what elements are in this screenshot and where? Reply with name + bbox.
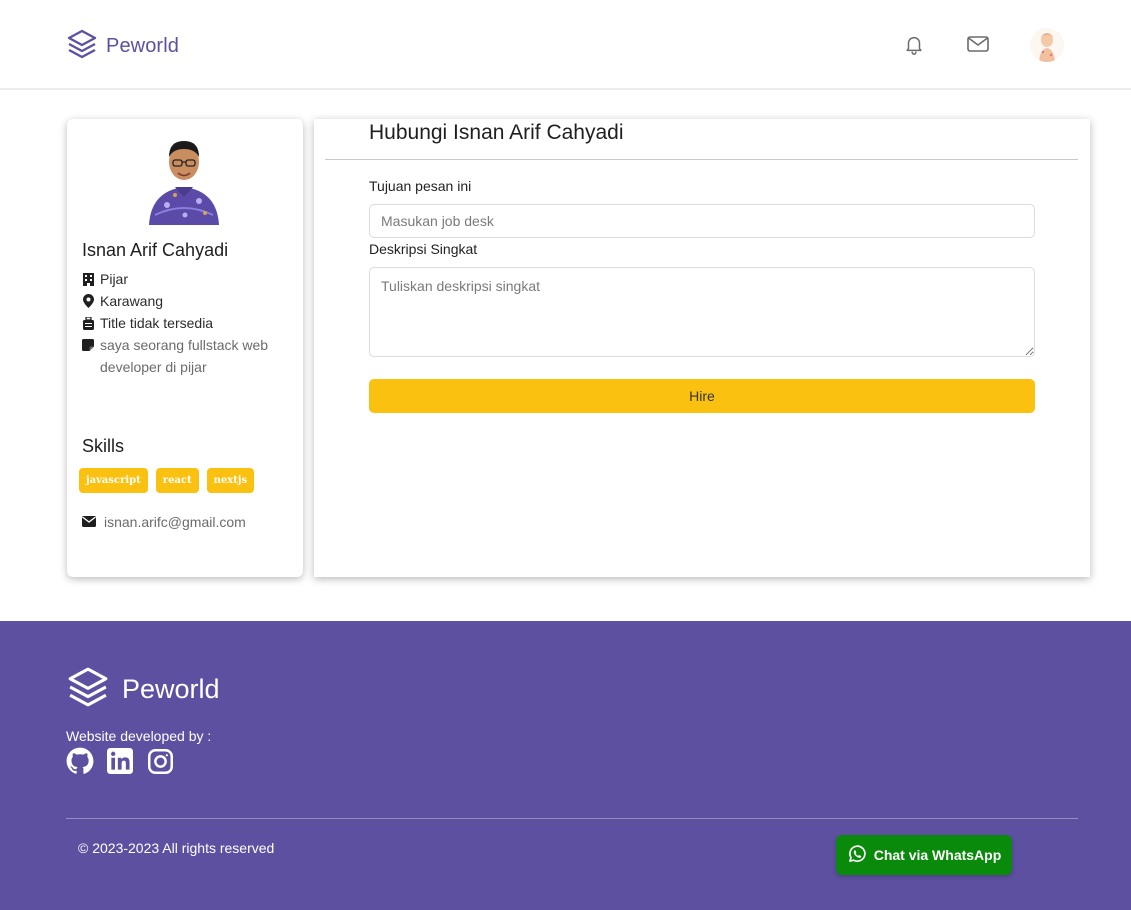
email-text[interactable]: isnan.arifc@gmail.com [104,514,246,530]
linkedin-icon[interactable] [106,747,134,775]
contact-form-panel: Hubungi Isnan Arif Cahyadi Tujuan pesan … [314,119,1090,577]
briefcase-icon [82,316,94,330]
whatsapp-chat-button[interactable]: Chat via WhatsApp [836,835,1012,875]
skill-badge[interactable]: react [155,468,199,493]
description-row: saya seorang fullstack web developer di … [82,334,280,378]
navbar: Peworld [0,0,1131,90]
envelope-solid-icon [82,514,96,530]
skill-badge[interactable]: nextjs [206,468,255,493]
company-text: Pijar [100,271,129,287]
job-title-text: Title tidak tersedia [100,315,214,331]
skills-list: javascript react nextjs [79,468,255,493]
description-label: Deskripsi Singkat [369,241,478,257]
company-row: Pijar [82,271,128,287]
location-row: Karawang [82,293,163,309]
footer-brand-name: Peworld [122,674,220,704]
description-text: saya seorang fullstack web developer di … [100,337,269,375]
copyright-text: © 2023-2023 All rights reserved [78,840,275,856]
layers-logo-icon [66,665,110,714]
email-row: isnan.arifc@gmail.com [82,514,246,530]
whatsapp-icon [847,844,867,867]
footer-brand[interactable]: Peworld [66,665,220,714]
building-icon [82,272,94,286]
profile-card: Isnan Arif Cahyadi Pijar Karawang Title … [67,119,303,577]
job-title-row: Title tidak tersedia [82,315,213,331]
skills-heading: Skills [82,436,125,456]
profile-photo [145,135,223,227]
layers-logo-icon [66,28,98,65]
profile-name: Isnan Arif Cahyadi [82,240,229,260]
footer: Peworld Website developed by : © 2023-20… [0,621,1131,910]
github-icon[interactable] [66,747,94,775]
sticky-note-icon [82,338,94,352]
footer-divider [66,818,1078,819]
whatsapp-label: Chat via WhatsApp [873,847,1002,863]
brand-name: Peworld [106,35,179,57]
location-text: Karawang [100,293,164,309]
avatar[interactable] [1030,28,1064,62]
skill-badge[interactable]: javascript [79,468,148,493]
map-pin-icon [82,294,94,308]
social-links [66,747,174,775]
purpose-input[interactable] [369,204,1035,238]
bell-icon[interactable] [902,32,926,56]
purpose-label: Tujuan pesan ini [369,178,472,194]
envelope-icon[interactable] [966,32,990,56]
instagram-icon[interactable] [146,747,174,775]
brand-logo-link[interactable]: Peworld [66,28,179,65]
form-divider [325,159,1078,160]
form-title: Hubungi Isnan Arif Cahyadi [369,121,624,144]
hire-button[interactable]: Hire [369,379,1035,413]
description-textarea[interactable] [369,267,1035,357]
developed-by-text: Website developed by : [66,728,212,744]
